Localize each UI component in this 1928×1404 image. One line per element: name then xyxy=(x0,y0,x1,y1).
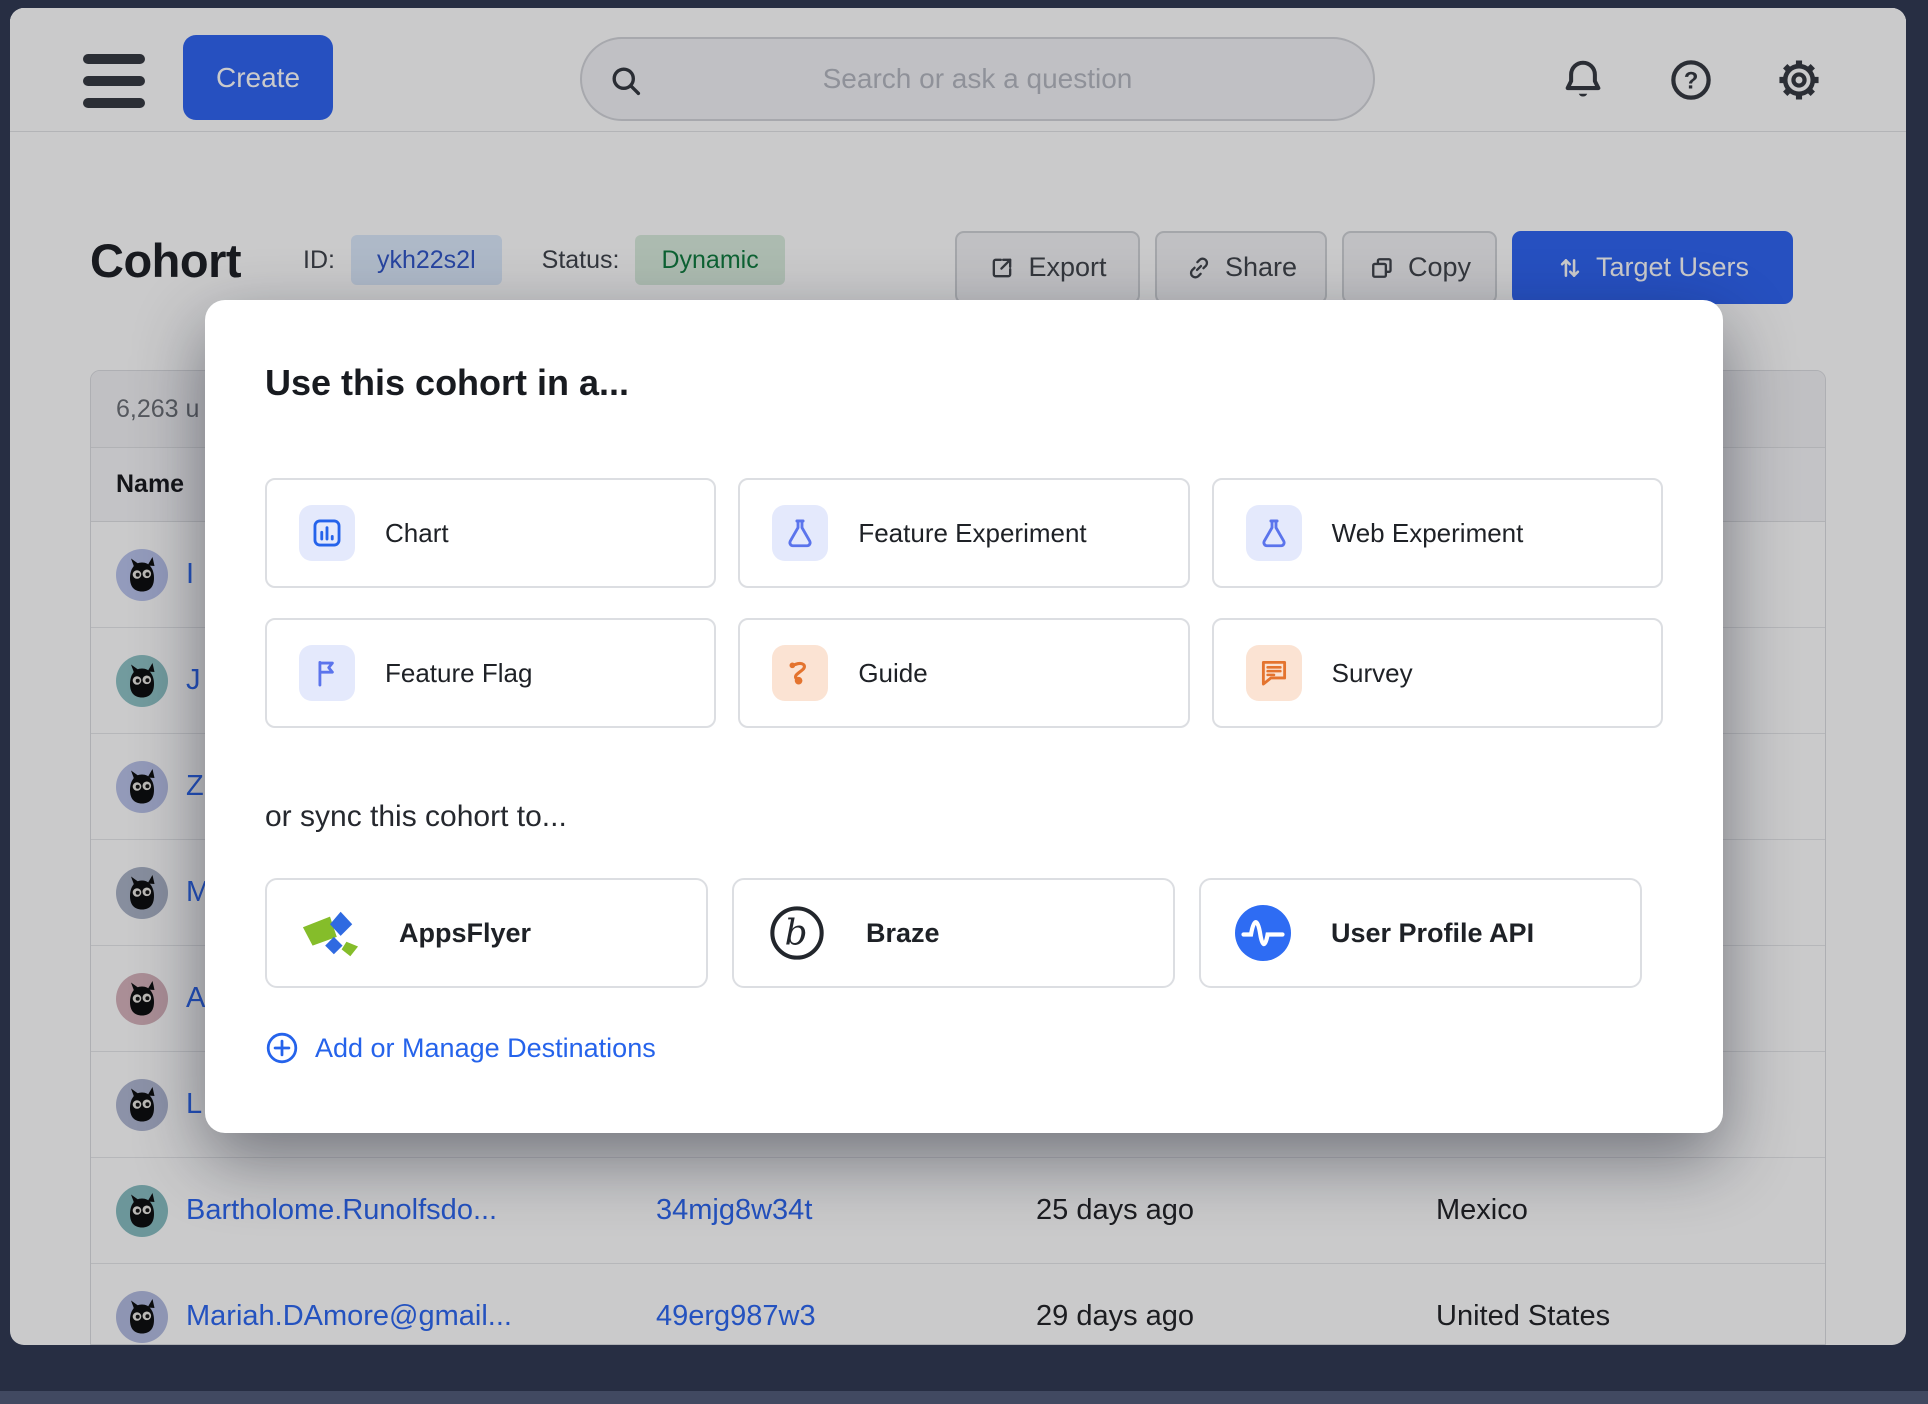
chart-icon xyxy=(299,505,355,561)
use-cohort-modal: Use this cohort in a... Chart xyxy=(205,300,1723,1133)
plus-circle-icon xyxy=(265,1031,299,1065)
option-feature-flag[interactable]: Feature Flag xyxy=(265,618,716,728)
option-chart[interactable]: Chart xyxy=(265,478,716,588)
option-survey[interactable]: Survey xyxy=(1212,618,1663,728)
window-frame-strip xyxy=(0,1391,1928,1404)
svg-text:b: b xyxy=(785,913,808,954)
app-window: Create ? xyxy=(10,8,1906,1345)
sync-braze[interactable]: b Braze xyxy=(732,878,1175,988)
amplitude-logo xyxy=(1235,905,1291,961)
flag-icon xyxy=(299,645,355,701)
option-web-experiment[interactable]: Web Experiment xyxy=(1212,478,1663,588)
flask-icon xyxy=(1246,505,1302,561)
survey-chat-icon xyxy=(1246,645,1302,701)
braze-logo: b xyxy=(768,904,826,962)
sync-user-profile-api[interactable]: User Profile API xyxy=(1199,878,1642,988)
sync-heading: or sync this cohort to... xyxy=(265,800,567,834)
option-guide[interactable]: Guide xyxy=(738,618,1189,728)
appsflyer-logo xyxy=(301,904,359,962)
option-feature-experiment[interactable]: Feature Experiment xyxy=(738,478,1189,588)
sync-appsflyer[interactable]: AppsFlyer xyxy=(265,878,708,988)
add-or-manage-destinations-link[interactable]: Add or Manage Destinations xyxy=(265,1026,656,1070)
guide-path-icon xyxy=(772,645,828,701)
modal-title: Use this cohort in a... xyxy=(265,362,629,404)
flask-icon xyxy=(772,505,828,561)
